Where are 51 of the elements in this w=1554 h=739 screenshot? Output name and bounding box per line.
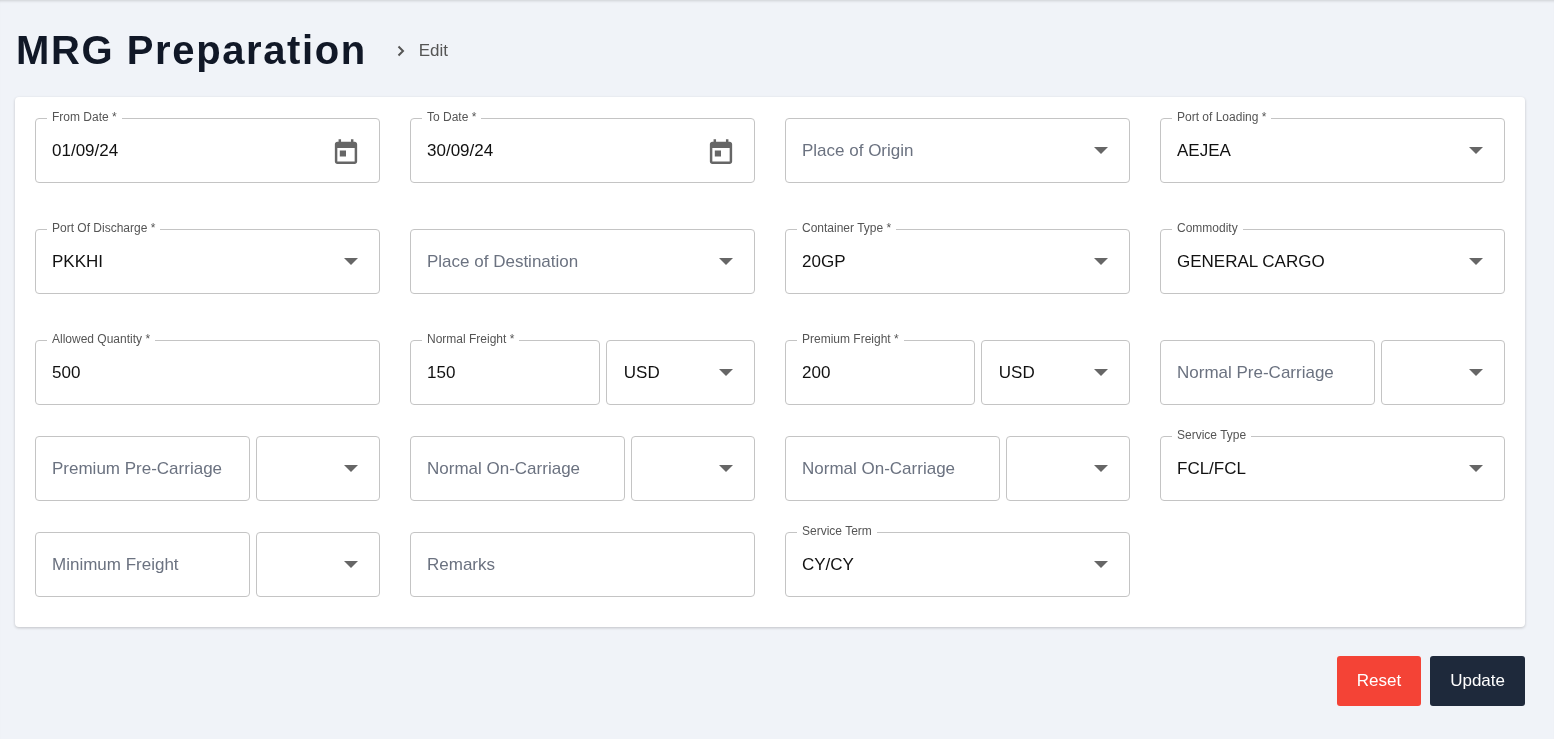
currency-select[interactable]: USD — [605, 331, 755, 405]
select-field[interactable]: Commodity GENERAL CARGO — [1160, 220, 1505, 294]
input-field[interactable]: Allowed Quantity * 500 — [35, 331, 380, 405]
field-label: Allowed Quantity * — [47, 331, 156, 347]
breadcrumb-text: Edit — [418, 40, 448, 61]
amount-field[interactable]: Normal Pre-Carriage — [1160, 331, 1375, 405]
dropdown-caret-icon — [1469, 465, 1483, 472]
dropdown-caret-icon — [719, 465, 733, 472]
input-field[interactable]: Remarks — [410, 523, 755, 597]
amount-field[interactable]: Minimum Freight — [35, 523, 250, 597]
field-label: Commodity — [1172, 220, 1243, 236]
amount-field[interactable]: Normal On-Carriage — [410, 427, 625, 501]
calendar-icon[interactable] — [334, 137, 358, 164]
calendar-icon[interactable] — [709, 137, 733, 164]
field-label: Normal Freight * — [422, 331, 520, 347]
dropdown-caret-icon — [1469, 258, 1483, 265]
dropdown-caret-icon — [1094, 147, 1108, 154]
page-title: MRG Preparation — [16, 28, 367, 73]
select-field[interactable]: Port Of Discharge * PKKHI — [35, 220, 380, 294]
chevron-right-icon — [396, 44, 405, 57]
select-field[interactable]: Place of Origin — [785, 109, 1130, 183]
amount-field[interactable]: Premium Freight * 200 — [785, 331, 975, 405]
dropdown-caret-icon — [1094, 561, 1108, 568]
dropdown-caret-icon — [1094, 258, 1108, 265]
field-label: Service Type — [1172, 427, 1252, 443]
amount-field[interactable]: Normal Freight * 150 — [410, 331, 600, 405]
field-label: Port of Loading * — [1172, 109, 1272, 125]
dropdown-caret-icon — [344, 258, 358, 265]
amount-field[interactable]: Premium Pre-Carriage — [35, 427, 250, 501]
dropdown-caret-icon — [344, 561, 358, 568]
reset-button[interactable]: Reset — [1336, 656, 1422, 706]
field-label: Premium Freight * — [797, 331, 904, 347]
dropdown-caret-icon — [1094, 465, 1108, 472]
amount-field[interactable]: Normal On-Carriage — [785, 427, 1000, 501]
currency-select[interactable]: USD — [980, 331, 1130, 405]
select-field[interactable]: Port of Loading * AEJEA — [1160, 109, 1505, 183]
dropdown-caret-icon — [1469, 369, 1483, 376]
dropdown-caret-icon — [719, 369, 733, 376]
select-field[interactable]: Service Term CY/CY — [785, 523, 1130, 597]
field-label: Container Type * — [797, 220, 897, 236]
select-field[interactable]: Container Type * 20GP — [785, 220, 1130, 294]
dropdown-caret-icon — [719, 258, 733, 265]
update-button[interactable]: Update — [1430, 656, 1525, 706]
dropdown-caret-icon — [344, 465, 358, 472]
select-field[interactable]: Service Type FCL/FCL — [1160, 427, 1505, 501]
field-label: Port Of Discharge * — [47, 220, 161, 236]
dropdown-caret-icon — [1094, 369, 1108, 376]
dropdown-caret-icon — [1469, 147, 1483, 154]
date-field[interactable]: From Date * 01/09/24 — [35, 109, 380, 183]
select-field[interactable]: Place of Destination — [410, 220, 755, 294]
date-field[interactable]: To Date * 30/09/24 — [410, 109, 755, 183]
